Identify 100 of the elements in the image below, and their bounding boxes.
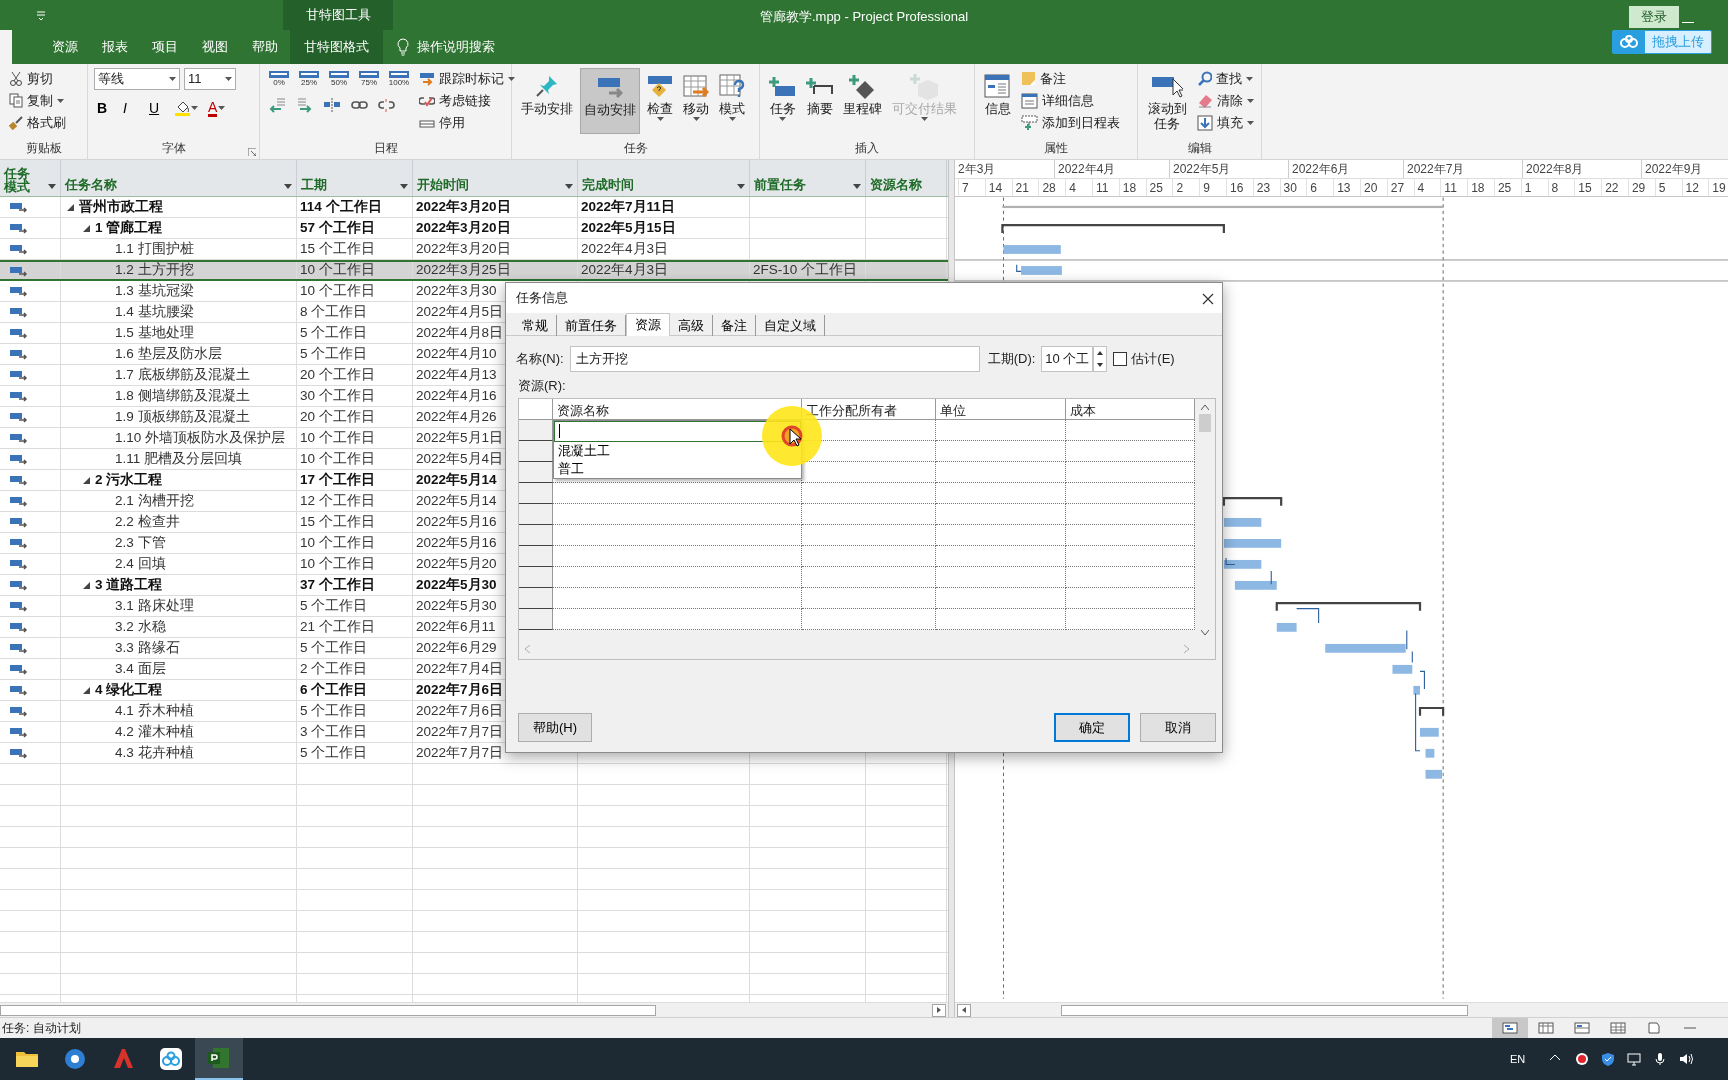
expand-triangle-icon[interactable] <box>83 686 90 694</box>
ribbon-button[interactable]: 移动 <box>680 68 712 134</box>
grid-cell[interactable] <box>936 461 1066 483</box>
grid-cell[interactable] <box>1066 503 1195 525</box>
scroll-right-button[interactable] <box>932 1003 946 1017</box>
estimate-checkbox[interactable] <box>1113 352 1128 366</box>
grid-cell[interactable] <box>1066 482 1195 504</box>
grid-cell[interactable] <box>1066 419 1195 441</box>
progress-button[interactable]: 0% <box>266 68 292 87</box>
ribbon-button[interactable]: 考虑链接 <box>416 90 518 111</box>
grid-cell[interactable] <box>553 587 802 609</box>
ribbon-button[interactable]: 信息 <box>981 68 1014 134</box>
ribbon-button[interactable]: 检查 <box>644 68 676 134</box>
ribbon-button[interactable]: 复制 <box>6 90 69 111</box>
grid-cell[interactable] <box>802 461 936 483</box>
grid-cell[interactable] <box>553 482 802 504</box>
ribbon-button[interactable]: 停用 <box>416 112 518 133</box>
ribbon-tab[interactable]: 甘特图格式 <box>290 30 383 64</box>
ribbon-tab[interactable]: 视图 <box>190 30 240 64</box>
column-header[interactable]: 工期 <box>297 160 413 196</box>
dialog-button[interactable]: 帮助(H) <box>518 713 592 742</box>
ribbon-button[interactable]: 剪切 <box>6 68 69 89</box>
grid-cell[interactable] <box>1066 461 1195 483</box>
grid-cell[interactable] <box>802 566 936 588</box>
grid-cell[interactable] <box>936 524 1066 546</box>
grid-cell[interactable] <box>802 608 936 630</box>
tell-me-search[interactable]: 操作说明搜索 <box>417 37 495 57</box>
progress-button[interactable]: 100% <box>386 68 412 87</box>
column-header[interactable]: 开始时间 <box>413 160 578 196</box>
grid-cell[interactable] <box>1066 524 1195 546</box>
dialog-tab[interactable]: 自定义域 <box>756 315 825 336</box>
format-button[interactable]: A <box>205 96 229 120</box>
grid-cell[interactable] <box>1066 608 1195 630</box>
dialog-tab[interactable]: 备注 <box>713 315 756 336</box>
grid-cell[interactable] <box>553 524 802 546</box>
ribbon-button[interactable]: 跟踪时标记 <box>416 68 518 89</box>
font-combo[interactable]: 11 <box>184 68 236 90</box>
column-header[interactable]: 完成时间 <box>578 160 750 196</box>
grid-cell[interactable] <box>1066 545 1195 567</box>
scrollbar-thumb[interactable] <box>1199 413 1211 432</box>
grid-cell[interactable] <box>1066 587 1195 609</box>
tray-button[interactable] <box>1625 1051 1644 1067</box>
grid-cell[interactable] <box>936 545 1066 567</box>
ribbon-button[interactable]: 清除 <box>1194 90 1257 111</box>
grid-cell[interactable] <box>553 503 802 525</box>
dialog-tab[interactable]: 常规 <box>514 315 557 336</box>
grid-cell[interactable] <box>802 587 936 609</box>
ribbon-button[interactable]: 手动安排 <box>518 68 576 134</box>
grid-cell[interactable] <box>936 419 1066 441</box>
grid-cell[interactable] <box>936 482 1066 504</box>
ribbon-button[interactable]: 摘要 <box>803 68 836 134</box>
view-button[interactable] <box>1492 1018 1528 1038</box>
grid-cell[interactable] <box>936 566 1066 588</box>
ribbon-tab[interactable]: 项目 <box>140 30 190 64</box>
grid-cell[interactable] <box>936 503 1066 525</box>
grid-cell[interactable] <box>802 545 936 567</box>
expand-triangle-icon[interactable] <box>83 476 90 484</box>
ribbon-button[interactable]: 任务 <box>766 68 799 134</box>
tray-button[interactable] <box>1677 1051 1696 1067</box>
grid-cell[interactable] <box>553 608 802 630</box>
scrollbar-thumb[interactable] <box>0 1004 656 1016</box>
dialog-tab[interactable]: 高级 <box>670 315 713 336</box>
scroll-left-button[interactable] <box>957 1003 971 1017</box>
grid-cell[interactable] <box>802 524 936 546</box>
progress-button[interactable]: 25% <box>296 68 322 87</box>
grid-cell[interactable] <box>936 608 1066 630</box>
ribbon-button[interactable]: 查找 <box>1194 68 1257 89</box>
ribbon-button[interactable]: 里程碑 <box>840 68 885 134</box>
column-header[interactable]: 前置任务 <box>750 160 866 196</box>
selected-row[interactable]: 1.2 土方开挖 10 个工作日 2022年3月25日 2022年4月3日 2FS-10 个工作日 <box>0 260 948 281</box>
progress-button[interactable]: 75% <box>356 68 382 87</box>
expand-triangle-icon[interactable] <box>67 203 74 211</box>
column-header[interactable]: 任务模式 <box>0 160 61 196</box>
format-button[interactable]: U <box>146 96 168 120</box>
grid-cell[interactable] <box>1066 566 1195 588</box>
expand-triangle-icon[interactable] <box>83 224 90 232</box>
grid-cell[interactable] <box>802 503 936 525</box>
ribbon-button[interactable]: 滚动到任务 <box>1144 68 1190 134</box>
grid-cell[interactable] <box>802 482 936 504</box>
ribbon-tab[interactable]: 资源 <box>40 30 90 64</box>
ribbon-button[interactable]: 填充 <box>1194 112 1257 133</box>
ribbon-button[interactable]: 模式 <box>716 68 748 134</box>
grid-cell[interactable] <box>553 566 802 588</box>
name-field[interactable]: 土方开挖 <box>569 346 980 372</box>
expand-triangle-icon[interactable] <box>83 581 90 589</box>
column-header[interactable]: 资源名称 <box>866 160 947 196</box>
ribbon-button[interactable]: 格式刷 <box>6 112 69 133</box>
duration-field[interactable]: 10 个工 <box>1041 346 1094 372</box>
language-indicator[interactable]: EN <box>1510 1050 1526 1068</box>
format-button[interactable]: I <box>120 96 142 120</box>
ribbon-button[interactable]: 自动安排 <box>580 68 640 134</box>
grid-cell[interactable] <box>1066 440 1195 462</box>
format-button[interactable]: B <box>94 96 116 120</box>
scrollbar-thumb[interactable] <box>1061 1004 1468 1016</box>
ribbon-tab[interactable]: 帮助 <box>240 30 290 64</box>
grid-cell[interactable] <box>553 545 802 567</box>
ribbon-button[interactable]: 备注 <box>1018 68 1123 89</box>
dialog-button[interactable]: 取消 <box>1140 713 1216 742</box>
spin-button[interactable] <box>1093 346 1108 372</box>
grid-cell[interactable] <box>936 440 1066 462</box>
